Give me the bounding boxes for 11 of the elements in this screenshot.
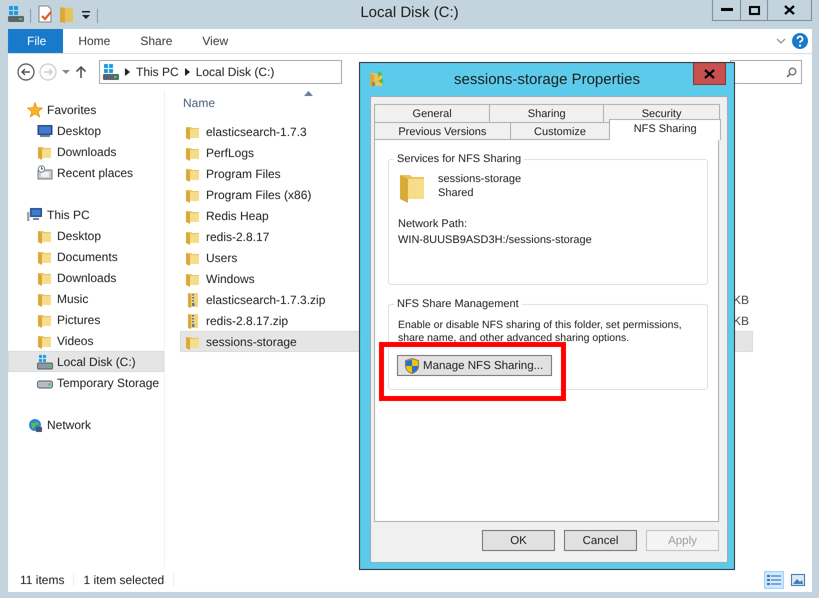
dialog-title: sessions-storage Properties xyxy=(454,71,640,88)
path-label: Network Path: xyxy=(398,217,468,232)
group-label: NFS Share Management xyxy=(396,298,520,310)
status-text: 11 items xyxy=(20,572,74,586)
status-text: 1 item selected xyxy=(83,572,174,586)
folder-name: sessions-storage xyxy=(438,173,522,185)
window-title: Local Disk (C:) xyxy=(360,4,459,21)
network-path: WIN-8UUSB9ASD3H:/sessions-storage xyxy=(398,233,593,248)
share-status: Shared xyxy=(438,187,474,199)
group-label: Services for NFS Sharing xyxy=(396,153,522,165)
description-text: Enable or disable NFS sharing of this folder, set permissions, share name, and other advanced sharing options. xyxy=(398,319,683,345)
